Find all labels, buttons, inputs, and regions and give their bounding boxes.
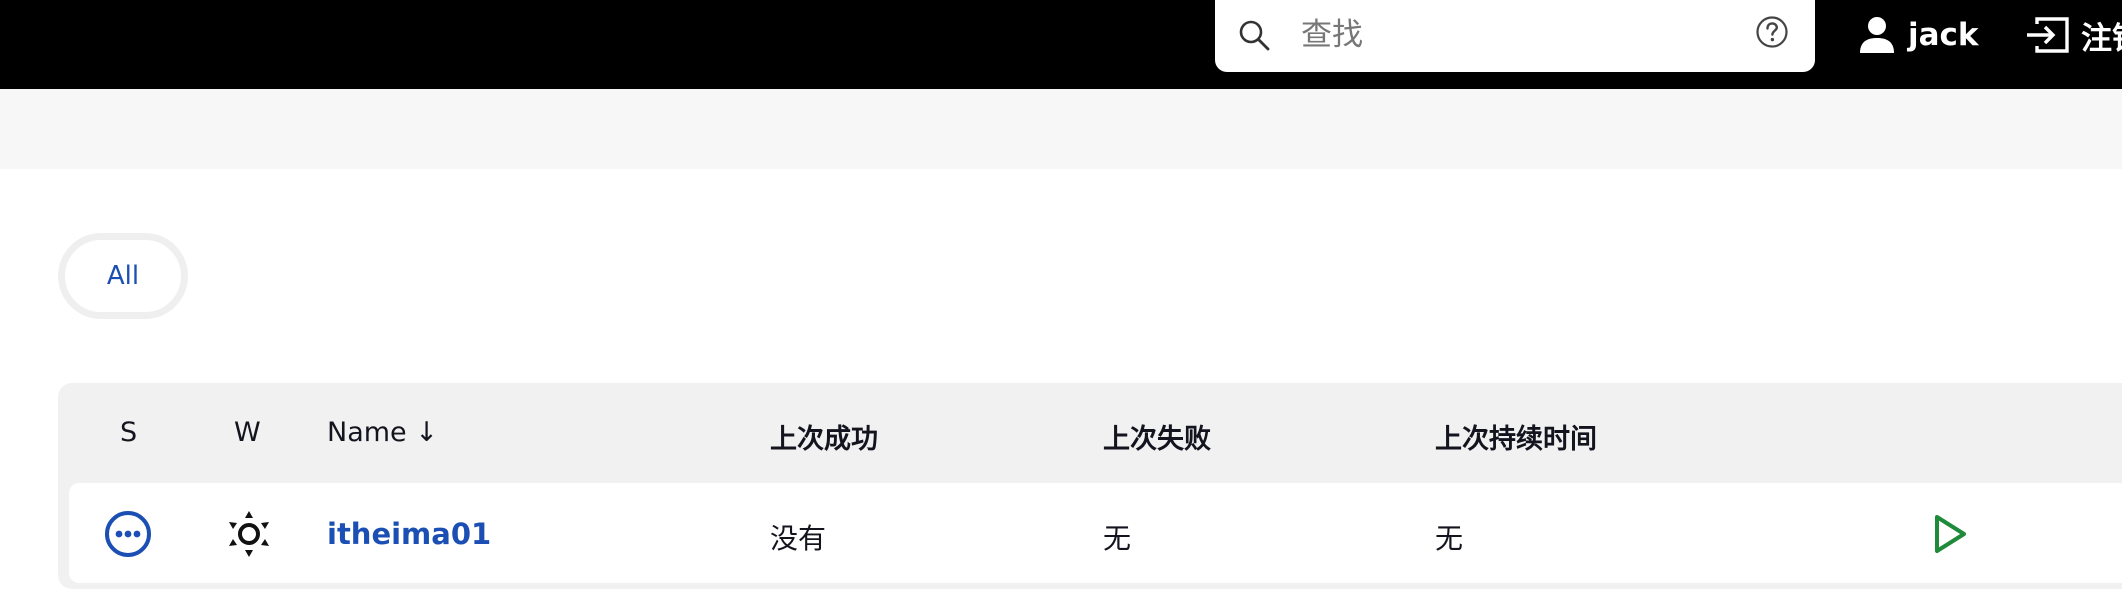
job-name-link[interactable]: itheima01 [327,517,491,551]
user-name: jack [1908,17,1979,53]
view-tab-all[interactable]: All [58,233,188,319]
search-icon [1239,20,1270,51]
last-success-value: 没有 [770,522,827,555]
breadcrumb-bar [0,89,2122,169]
user-icon [1860,17,1894,53]
not-built-icon[interactable] [104,510,152,558]
search-input[interactable] [1299,8,1703,62]
logout-icon [2027,17,2069,53]
build-play-icon[interactable] [1932,513,1968,555]
view-tab-label: All [106,261,140,291]
column-header-last-failure[interactable]: 上次失败 [1103,417,1211,456]
logout-button[interactable]: 注销 [2025,12,2122,58]
logout-label: 注销 [2081,20,2122,57]
column-header-weather[interactable]: W [234,417,261,448]
sunny-icon[interactable] [226,510,272,558]
column-header-status[interactable]: S [120,417,137,448]
column-header-last-success[interactable]: 上次成功 [770,417,878,456]
help-icon[interactable] [1755,15,1789,49]
last-duration-value: 无 [1435,522,1464,555]
column-header-name[interactable]: Name ↓ [327,417,438,448]
last-failure-value: 无 [1103,522,1132,555]
user-menu[interactable]: jack [1858,12,1979,58]
search-box[interactable] [1215,0,1815,72]
column-header-last-duration[interactable]: 上次持续时间 [1435,417,1597,456]
